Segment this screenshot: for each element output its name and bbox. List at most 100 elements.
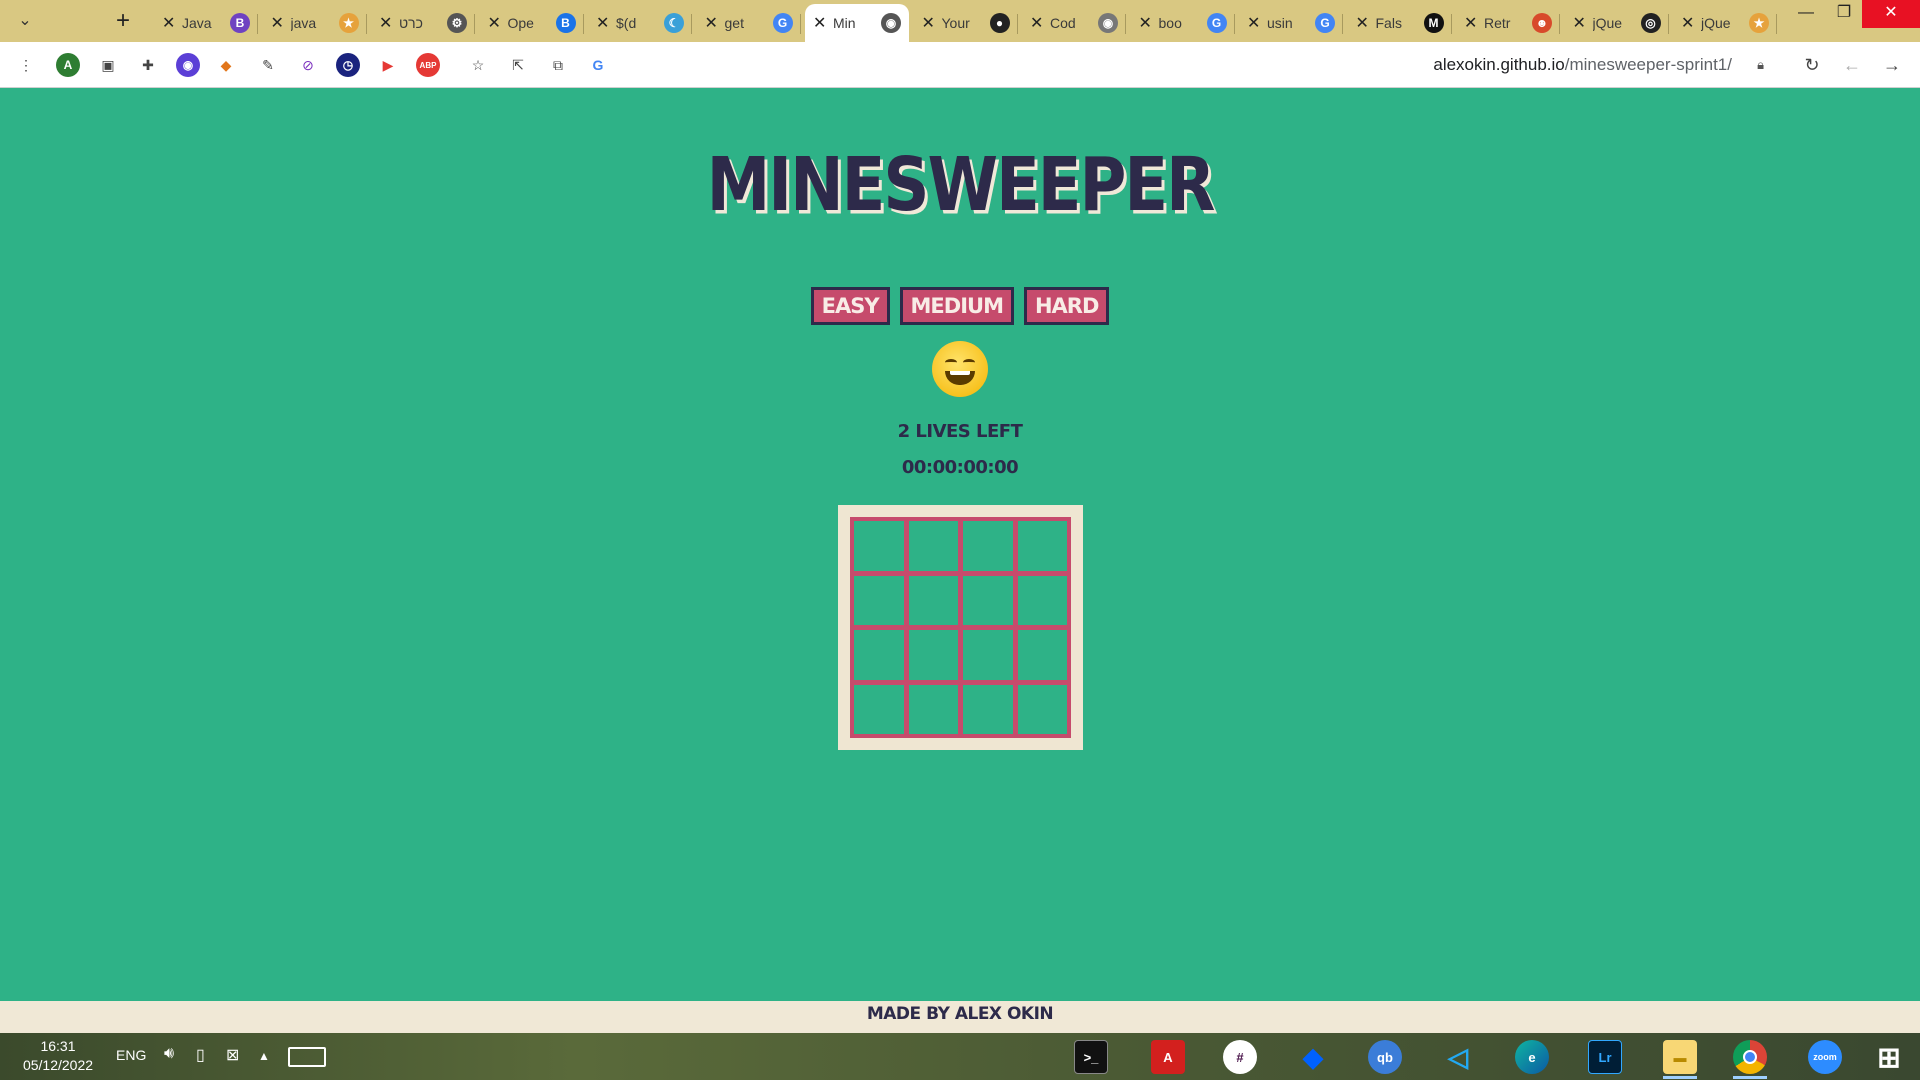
acrobat-app-icon[interactable]: A: [1143, 1037, 1193, 1077]
tab-close-icon[interactable]: ✕: [1356, 13, 1370, 33]
medium-button[interactable]: MEDIUM: [899, 287, 1014, 325]
window-close-icon[interactable]: ✕: [1862, 0, 1920, 28]
board-cell[interactable]: [854, 521, 904, 571]
browser-tab[interactable]: ✕ java ★: [263, 4, 367, 42]
video-extension-icon[interactable]: ▶: [376, 53, 400, 77]
board-cell[interactable]: [963, 575, 1013, 625]
game-timer: 00:00:00:00: [901, 457, 1019, 478]
board-cell[interactable]: [908, 630, 958, 680]
easy-button[interactable]: EASY: [810, 287, 890, 325]
new-tab-button[interactable]: +: [108, 6, 138, 36]
tab-close-icon[interactable]: ✕: [1247, 13, 1261, 33]
bookmark-star-icon[interactable]: ☆: [466, 53, 490, 77]
tab-search-icon[interactable]: ⌄: [10, 8, 40, 34]
back-icon[interactable]: ←: [1840, 53, 1864, 77]
tab-title: get: [724, 15, 744, 31]
browser-tab[interactable]: ✕ Java B: [154, 4, 258, 42]
board-cell[interactable]: [908, 575, 958, 625]
browser-tab[interactable]: ✕ Cod ◉: [1022, 4, 1126, 42]
dropbox-app-icon[interactable]: ◆: [1288, 1037, 1338, 1077]
volume-icon[interactable]: 🔊︎: [164, 1045, 174, 1063]
qbittorrent-app-icon[interactable]: qb: [1360, 1037, 1410, 1077]
windows-start-icon[interactable]: ⊞: [1864, 1037, 1914, 1077]
tab-title: כרט: [399, 15, 423, 31]
tab-close-icon[interactable]: ✕: [488, 13, 502, 33]
board-cell[interactable]: [854, 684, 904, 734]
clock-extension-icon[interactable]: ◷: [336, 53, 360, 77]
tray-expand-icon[interactable]: ▲: [258, 1049, 270, 1063]
tab-title: Ope: [507, 15, 534, 31]
language-indicator[interactable]: ENG: [116, 1047, 146, 1063]
browser-tab[interactable]: ✕ boo G: [1131, 4, 1235, 42]
tab-close-icon[interactable]: ✕: [271, 13, 285, 33]
browser-tab[interactable]: ✕ get G: [697, 4, 801, 42]
extension-icon[interactable]: ◉: [176, 53, 200, 77]
forward-icon[interactable]: →: [1880, 53, 1904, 77]
restore-icon[interactable]: ❐: [1822, 0, 1866, 28]
system-clock[interactable]: 16:31 05/12/2022: [18, 1037, 98, 1075]
url-host: alexokin.github.io: [1433, 55, 1565, 74]
address-bar[interactable]: alexokin.github.io/minesweeper-sprint1/ …: [596, 48, 1786, 82]
tab-close-icon[interactable]: ✕: [705, 13, 719, 33]
board-cell[interactable]: [1017, 684, 1067, 734]
board-cell[interactable]: [1017, 575, 1067, 625]
board-cell[interactable]: [908, 684, 958, 734]
touch-keyboard-icon[interactable]: [288, 1047, 326, 1067]
network-icon[interactable]: ⊠: [226, 1045, 239, 1065]
tab-close-icon[interactable]: ✕: [813, 13, 827, 33]
circle-icon: ◎: [1640, 13, 1661, 33]
slack-app-icon[interactable]: #: [1215, 1037, 1265, 1077]
tab-close-icon[interactable]: ✕: [1030, 13, 1044, 33]
vscode-app-icon[interactable]: ◁: [1433, 1037, 1483, 1077]
file-explorer-app-icon[interactable]: ▬: [1655, 1037, 1705, 1079]
translate-icon[interactable]: ⧉: [546, 53, 570, 77]
tab-close-icon[interactable]: ✕: [1681, 13, 1695, 33]
reload-icon[interactable]: ↻: [1800, 53, 1824, 77]
board-cell[interactable]: [854, 630, 904, 680]
board-cell[interactable]: [1017, 630, 1067, 680]
browser-tab[interactable]: ✕ Your ●: [914, 4, 1018, 42]
eyedropper-icon[interactable]: ✎: [256, 53, 280, 77]
tab-close-icon[interactable]: ✕: [1573, 13, 1587, 33]
browser-tab[interactable]: ✕ Fals M: [1348, 4, 1452, 42]
board-cell[interactable]: [854, 575, 904, 625]
menu-dots-icon[interactable]: ⋮: [14, 53, 38, 77]
profile-avatar[interactable]: A: [56, 53, 80, 77]
board-cell[interactable]: [1017, 521, 1067, 571]
board-cell[interactable]: [908, 521, 958, 571]
board-cell[interactable]: [963, 521, 1013, 571]
url-text: alexokin.github.io/minesweeper-sprint1/: [1433, 55, 1732, 75]
tab-close-icon[interactable]: ✕: [922, 13, 936, 33]
browser-tab[interactable]: ✕ jQue ★: [1673, 4, 1777, 42]
extensions-icon[interactable]: ✚: [136, 53, 160, 77]
browser-tab[interactable]: ✕ כרט ⚙: [371, 4, 475, 42]
block-icon[interactable]: ⊘: [296, 53, 320, 77]
board-cell[interactable]: [963, 630, 1013, 680]
browser-tab[interactable]: ✕ $(d ☾: [588, 4, 692, 42]
smiley-reset-button[interactable]: [932, 341, 988, 397]
tab-close-icon[interactable]: ✕: [379, 13, 393, 33]
browser-tab[interactable]: ✕ Min ◉: [805, 4, 909, 42]
browser-tab[interactable]: ✕ usin G: [1239, 4, 1343, 42]
metamask-icon[interactable]: ◆: [214, 53, 238, 77]
terminal-app-icon[interactable]: >_: [1066, 1037, 1116, 1077]
battery-icon[interactable]: ▯: [196, 1045, 205, 1065]
zoom-app-icon[interactable]: zoom: [1800, 1037, 1850, 1077]
adblock-icon[interactable]: ABP: [416, 53, 440, 77]
lightroom-app-icon[interactable]: Lr: [1580, 1037, 1630, 1077]
share-icon[interactable]: ⇱: [506, 53, 530, 77]
smiley-mouth-icon: [945, 371, 975, 385]
tab-close-icon[interactable]: ✕: [596, 13, 610, 33]
tab-close-icon[interactable]: ✕: [1139, 13, 1153, 33]
board-cell[interactable]: [963, 684, 1013, 734]
hard-button[interactable]: HARD: [1023, 287, 1110, 325]
side-panel-icon[interactable]: ▣: [96, 53, 120, 77]
browser-tab[interactable]: ✕ jQue ◎: [1565, 4, 1669, 42]
browser-tab[interactable]: ✕ Retr ☻: [1456, 4, 1560, 42]
browser-tab[interactable]: ✕ Ope B: [480, 4, 584, 42]
edge-app-icon[interactable]: e: [1507, 1037, 1557, 1077]
tab-close-icon[interactable]: ✕: [1464, 13, 1478, 33]
tab-close-icon[interactable]: ✕: [162, 13, 176, 33]
globe-icon: ◉: [881, 13, 901, 33]
chrome-app-icon[interactable]: [1725, 1037, 1775, 1079]
